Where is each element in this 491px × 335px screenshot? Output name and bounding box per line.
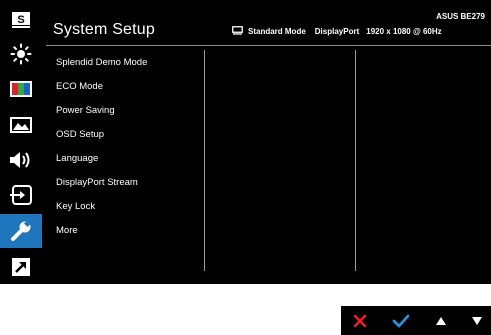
column-divider [204, 50, 205, 271]
menu-item-more[interactable]: More [56, 226, 147, 250]
menu-item-osd-setup[interactable]: OSD Setup [56, 130, 147, 154]
confirm-key-icon[interactable] [387, 306, 415, 335]
menu-item-power-saving[interactable]: Power Saving [56, 106, 147, 130]
header-divider [46, 45, 491, 46]
menu-item-key-lock[interactable]: Key Lock [56, 202, 147, 226]
up-key-icon[interactable] [429, 306, 453, 335]
down-key-icon[interactable] [465, 306, 489, 335]
shortcut-icon[interactable] [0, 250, 42, 284]
navigation-keys [341, 306, 491, 335]
menu-item-language[interactable]: Language [56, 154, 147, 178]
system-setup-icon[interactable] [0, 214, 42, 248]
status-resolution: 1920 x 1080 @ 60Hz [366, 27, 442, 36]
sound-icon[interactable] [0, 143, 42, 177]
splendid-icon[interactable]: S [0, 3, 42, 37]
system-setup-menu: Splendid Demo Mode ECO Mode Power Saving… [56, 58, 147, 250]
menu-item-splendid-demo-mode[interactable]: Splendid Demo Mode [56, 58, 147, 82]
menu-item-eco-mode[interactable]: ECO Mode [56, 82, 147, 106]
splendid-glyph: S [17, 14, 24, 26]
osd-menu: S System Setup ASUS BE279 Standard Mode … [0, 0, 491, 284]
model-name: ASUS BE279 [436, 12, 485, 21]
column-divider [355, 50, 356, 271]
input-select-icon[interactable] [0, 178, 42, 212]
status-input: DisplayPort [314, 27, 360, 36]
page-title: System Setup [53, 21, 156, 38]
image-icon[interactable] [0, 108, 42, 142]
menu-item-displayport-stream[interactable]: DisplayPort Stream [56, 178, 147, 202]
osd-icon-bar: S [0, 0, 42, 284]
color-icon[interactable] [0, 72, 42, 106]
close-key-icon[interactable] [347, 306, 373, 335]
monitor-icon [232, 26, 243, 37]
status-mode: Standard Mode [248, 27, 306, 36]
brightness-icon[interactable] [0, 37, 42, 71]
status-bar: Standard Mode DisplayPort 1920 x 1080 @ … [232, 26, 442, 37]
